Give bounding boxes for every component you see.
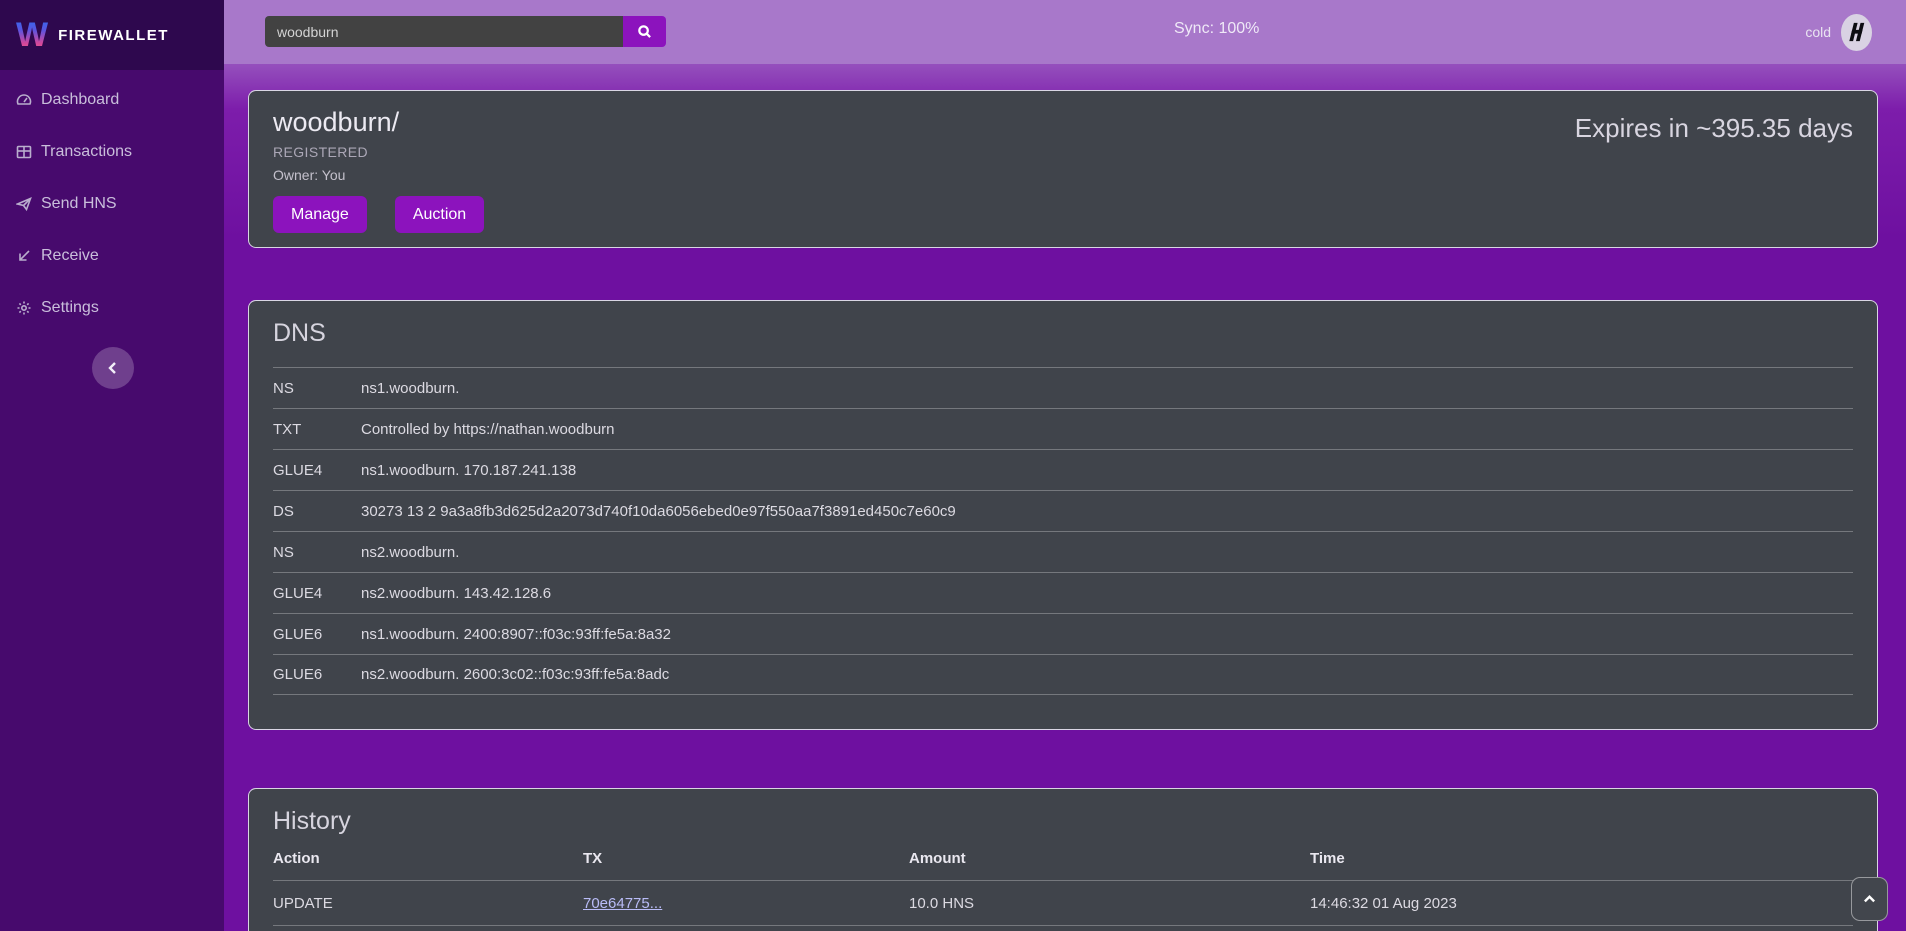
domain-expiry: Expires in ~395.35 days: [1575, 113, 1853, 144]
dns-record-value: Controlled by https://nathan.woodburn: [361, 421, 615, 438]
dns-record-type: NS: [273, 380, 361, 397]
domain-status-badge: REGISTERED: [273, 144, 1853, 160]
search-input[interactable]: [265, 16, 623, 47]
domain-owner: Owner: You: [273, 167, 1853, 183]
scroll-to-top-button[interactable]: [1851, 877, 1888, 921]
sidebar-item-dashboard[interactable]: Dashboard: [0, 74, 224, 126]
dns-record-type: GLUE4: [273, 462, 361, 479]
chevron-left-icon: [106, 361, 120, 375]
chevron-up-icon: [1863, 893, 1876, 906]
firewallet-app: W FIREWALLET Dashboard Transactions Send…: [0, 0, 1906, 931]
dns-record-type: GLUE6: [273, 626, 361, 643]
domain-card: woodburn/ REGISTERED Owner: You Manage A…: [248, 90, 1878, 248]
wallet-name: cold: [1805, 24, 1831, 40]
sidebar-collapse-button[interactable]: [92, 347, 134, 389]
dns-record-value: ns1.woodburn. 170.187.241.138: [361, 462, 576, 479]
history-col-action: Action: [273, 850, 583, 867]
dns-card: DNS NS ns1.woodburn. TXT Controlled by h…: [248, 300, 1878, 730]
sync-status: Sync: 100%: [1174, 20, 1259, 38]
sidebar: W FIREWALLET Dashboard Transactions Send…: [0, 0, 224, 931]
wallet-selector[interactable]: cold: [1805, 0, 1872, 64]
dns-record-value: ns2.woodburn.: [361, 544, 459, 561]
history-time: 14:46:32 01 Aug 2023: [1310, 895, 1853, 912]
gauge-icon: [16, 92, 32, 108]
history-col-time: Time: [1310, 850, 1853, 867]
dns-record-row: GLUE6 ns2.woodburn. 2600:3c02::f03c:93ff…: [273, 654, 1853, 695]
dns-record-row: TXT Controlled by https://nathan.woodbur…: [273, 408, 1853, 449]
dns-record-value: ns1.woodburn.: [361, 380, 459, 397]
sidebar-nav: Dashboard Transactions Send HNS Receive …: [0, 70, 224, 334]
dns-record-type: GLUE6: [273, 666, 361, 683]
history-amount: 10.0 HNS: [909, 895, 1310, 912]
history-action: UPDATE: [273, 895, 583, 912]
sidebar-header: W FIREWALLET: [0, 0, 224, 70]
sidebar-item-transactions[interactable]: Transactions: [0, 126, 224, 178]
brand-name: FIREWALLET: [58, 27, 169, 44]
dns-record-type: GLUE4: [273, 585, 361, 602]
main-content: woodburn/ REGISTERED Owner: You Manage A…: [224, 64, 1906, 931]
dns-record-type: NS: [273, 544, 361, 561]
dns-record-value: ns2.woodburn. 143.42.128.6: [361, 585, 551, 602]
dns-record-row: GLUE6 ns1.woodburn. 2400:8907::f03c:93ff…: [273, 613, 1853, 654]
auction-button[interactable]: Auction: [395, 196, 484, 233]
gear-icon: [16, 300, 32, 316]
manage-button[interactable]: Manage: [273, 196, 367, 233]
topbar: Sync: 100% cold: [224, 0, 1906, 64]
history-card: History Action TX Amount Time UPDATE 70e…: [248, 788, 1878, 931]
search-bar: [265, 16, 666, 47]
dns-record-value: ns1.woodburn. 2400:8907::f03c:93ff:fe5a:…: [361, 626, 671, 643]
history-col-tx: TX: [583, 850, 909, 867]
paper-plane-icon: [16, 196, 32, 212]
tx-link[interactable]: 70e64775...: [583, 895, 662, 912]
table-icon: [16, 144, 32, 160]
history-row: UPDATE 70e64775... 10.0 HNS 14:46:32 01 …: [273, 880, 1853, 925]
dns-card-title: DNS: [273, 319, 1853, 348]
arrow-down-left-icon: [16, 248, 32, 264]
sidebar-item-send-hns[interactable]: Send HNS: [0, 178, 224, 230]
dns-record-row: GLUE4 ns1.woodburn. 170.187.241.138: [273, 449, 1853, 490]
search-button[interactable]: [623, 16, 666, 47]
sidebar-item-settings[interactable]: Settings: [0, 282, 224, 334]
firewallet-logo-icon: W: [16, 18, 48, 52]
search-icon: [637, 24, 652, 39]
dns-record-row: GLUE4 ns2.woodburn. 143.42.128.6: [273, 572, 1853, 613]
dns-table: NS ns1.woodburn. TXT Controlled by https…: [273, 367, 1853, 695]
sidebar-item-receive[interactable]: Receive: [0, 230, 224, 282]
history-col-amount: Amount: [909, 850, 1310, 867]
sidebar-item-label: Transactions: [41, 143, 132, 161]
dns-record-row: NS ns2.woodburn.: [273, 531, 1853, 572]
history-table-header: Action TX Amount Time: [273, 836, 1853, 880]
dns-record-value: 30273 13 2 9a3a8fb3d625d2a2073d740f10da6…: [361, 503, 956, 520]
handshake-logo-icon: [1841, 14, 1872, 51]
history-row: RENEW d50e5e1... 10.0 HNS 15:45:36 07 Ju…: [273, 925, 1853, 931]
dns-record-type: DS: [273, 503, 361, 520]
dns-record-row: DS 30273 13 2 9a3a8fb3d625d2a2073d740f10…: [273, 490, 1853, 531]
sidebar-item-label: Settings: [41, 299, 99, 317]
sidebar-item-label: Send HNS: [41, 195, 117, 213]
sidebar-item-label: Receive: [41, 247, 99, 265]
history-card-title: History: [273, 807, 1853, 836]
dns-record-row: NS ns1.woodburn.: [273, 367, 1853, 408]
dns-record-value: ns2.woodburn. 2600:3c02::f03c:93ff:fe5a:…: [361, 666, 669, 683]
sidebar-item-label: Dashboard: [41, 91, 119, 109]
dns-record-type: TXT: [273, 421, 361, 438]
